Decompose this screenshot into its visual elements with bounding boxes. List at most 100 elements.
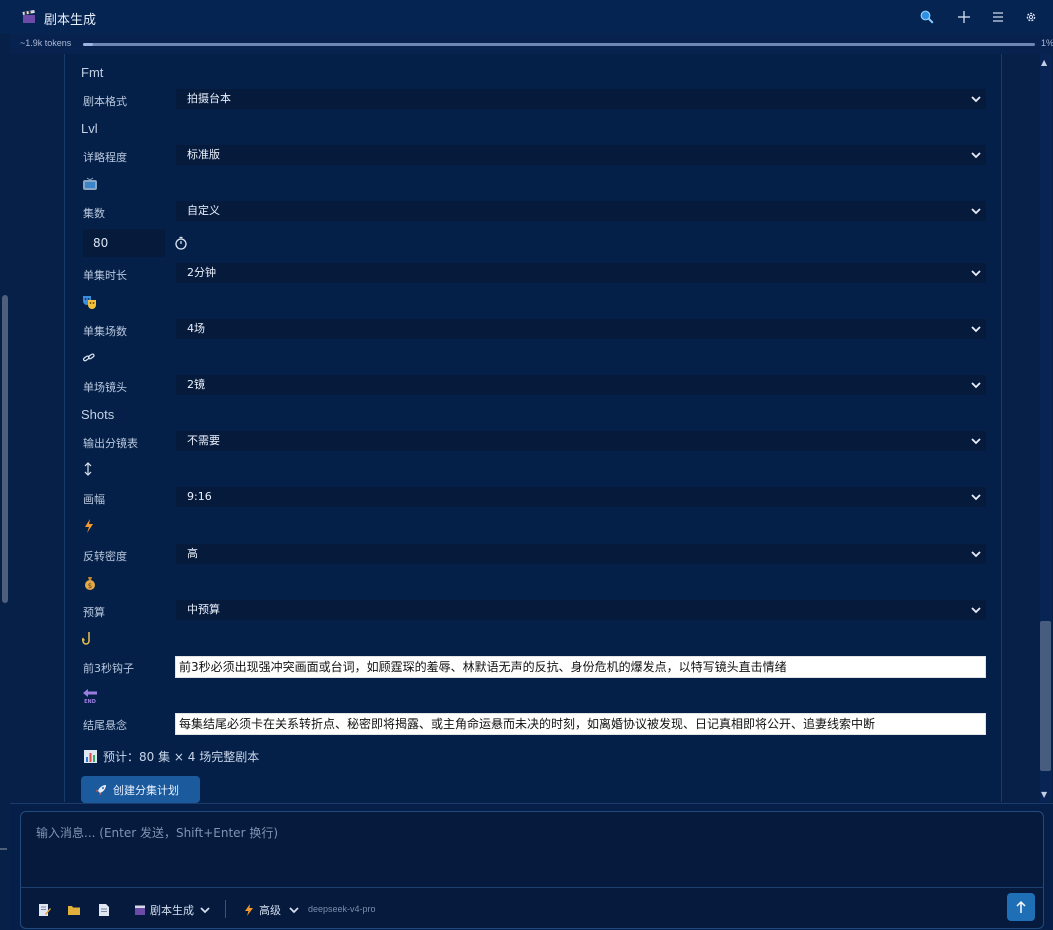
memo-icon [39, 904, 51, 916]
form-panel [64, 54, 1002, 802]
hook-input[interactable]: 前3秒必须出现强冲突画面或台词，如顾霆琛的羞辱、林默语无声的反抗、身份危机的爆发… [175, 656, 986, 678]
shots-per-scene-value: 2镜 [187, 378, 205, 391]
episodes-value: 自定义 [187, 204, 220, 217]
aspect-select[interactable]: 9:16 [176, 487, 986, 507]
budget-value: 中预算 [187, 603, 220, 616]
stopwatch-icon [175, 236, 187, 250]
budget-select[interactable]: 中预算 [176, 600, 986, 620]
chevron-down-icon [200, 907, 210, 914]
chevron-down-icon [971, 96, 981, 103]
cliffhanger-label: 结尾悬念 [83, 719, 127, 732]
section-fmt: Fmt [81, 65, 104, 80]
mode-label: 剧本生成 [150, 904, 194, 917]
left-divider [0, 848, 7, 850]
new-button[interactable] [955, 8, 973, 26]
theater-masks-icon [83, 296, 96, 309]
lightning-icon [85, 519, 93, 533]
create-episode-plan-button[interactable]: 创建分集计划 [81, 776, 200, 803]
twist-select[interactable]: 高 [176, 544, 986, 564]
scenes-value: 4场 [187, 322, 205, 335]
message-input[interactable]: 输入消息... (Enter 发送，Shift+Enter 换行) [36, 824, 278, 841]
estimate-summary: 预计：80 集 × 4 场完整剧本 [84, 748, 259, 765]
chevron-down-icon [971, 270, 981, 277]
bar-chart-icon [84, 750, 97, 763]
chevron-down-icon [971, 152, 981, 159]
lightning-icon [245, 904, 253, 916]
detail-value: 标准版 [187, 148, 220, 161]
menu-icon [993, 12, 1003, 22]
left-scrollbar[interactable] [2, 295, 8, 603]
detail-select[interactable]: 标准版 [176, 145, 986, 165]
settings-button[interactable] [1022, 8, 1040, 26]
tv-icon [83, 177, 97, 190]
chevron-down-icon [971, 382, 981, 389]
format-value: 拍摄台本 [187, 92, 231, 105]
app-title: 剧本生成 [44, 13, 97, 28]
duration-value: 2分钟 [187, 266, 216, 279]
section-shots: Shots [81, 407, 115, 422]
mode-selector[interactable]: 剧本生成 [134, 902, 210, 918]
chevron-down-icon [971, 438, 981, 445]
right-scrollbar-thumb[interactable] [1040, 621, 1051, 771]
storyboard-select[interactable]: 不需要 [176, 431, 986, 451]
clapperboard-icon [22, 10, 35, 23]
svg-text:END: END [84, 699, 96, 704]
format-label: 剧本格式 [83, 95, 127, 108]
up-down-arrow-icon [84, 462, 92, 476]
create-button-label: 创建分集计划 [113, 783, 179, 797]
estimate-text: 预计：80 集 × 4 场完整剧本 [103, 750, 260, 764]
format-select[interactable]: 拍摄台本 [176, 89, 986, 109]
scroll-up-arrow[interactable]: ▲ [1041, 58, 1047, 67]
scroll-down-arrow[interactable]: ▼ [1041, 790, 1047, 799]
svg-text:$: $ [88, 582, 92, 590]
scenes-select[interactable]: 4场 [176, 319, 986, 339]
send-button[interactable] [1007, 893, 1035, 921]
cliffhanger-input[interactable]: 每集结尾必须卡在关系转折点、秘密即将揭露、或主角命运悬而未决的时刻，如离婚协议被… [175, 713, 986, 735]
aspect-value: 9:16 [187, 490, 212, 503]
token-usage-bar: ~1.9k tokens 1% [10, 34, 1053, 54]
storyboard-value: 不需要 [187, 434, 220, 447]
scenes-label: 单集场数 [83, 325, 127, 338]
token-percent: 1% [1041, 38, 1053, 48]
gear-icon [1026, 12, 1036, 22]
episodes-label: 集数 [83, 207, 105, 220]
chevron-down-icon [971, 208, 981, 215]
end-arrow-icon: END [83, 689, 97, 704]
plus-icon [958, 11, 970, 23]
toolbar-separator [225, 900, 226, 918]
model-name: deepseek-v4-pro [308, 904, 376, 914]
episode-count-input[interactable]: 80 [83, 229, 165, 257]
duration-select[interactable]: 2分钟 [176, 263, 986, 283]
arrow-up-icon [1016, 900, 1026, 913]
budget-label: 预算 [83, 606, 105, 619]
aspect-label: 画幅 [83, 493, 105, 506]
search-button[interactable] [918, 8, 936, 26]
attach-file-button[interactable] [98, 902, 110, 918]
episodes-select[interactable]: 自定义 [176, 201, 986, 221]
chevron-down-icon [971, 326, 981, 333]
token-progress-fill [83, 43, 93, 46]
level-selector[interactable]: 高级 [244, 902, 299, 918]
file-icon [99, 904, 109, 916]
chevron-down-icon [971, 607, 981, 614]
duration-label: 单集时长 [83, 269, 127, 282]
search-icon [920, 10, 934, 24]
detail-label: 详略程度 [83, 151, 127, 164]
open-folder-button[interactable] [67, 902, 81, 918]
level-label: 高级 [259, 904, 281, 917]
edit-note-button[interactable] [37, 902, 51, 918]
menu-button[interactable] [989, 8, 1007, 26]
token-count: ~1.9k tokens [20, 38, 72, 48]
twist-label: 反转密度 [83, 550, 127, 563]
fishing-hook-icon [82, 632, 90, 645]
storyboard-label: 输出分镜表 [83, 437, 138, 450]
message-composer: 输入消息... (Enter 发送，Shift+Enter 换行) 剧本生成 高… [20, 811, 1044, 929]
twist-value: 高 [187, 547, 198, 560]
chevron-down-icon [971, 494, 981, 501]
shots-per-scene-select[interactable]: 2镜 [176, 375, 986, 395]
folder-icon [68, 906, 80, 915]
money-bag-icon: $ [85, 577, 95, 590]
chevron-down-icon [289, 907, 299, 914]
token-progress-track [83, 43, 1035, 46]
clapperboard-icon [135, 905, 145, 915]
